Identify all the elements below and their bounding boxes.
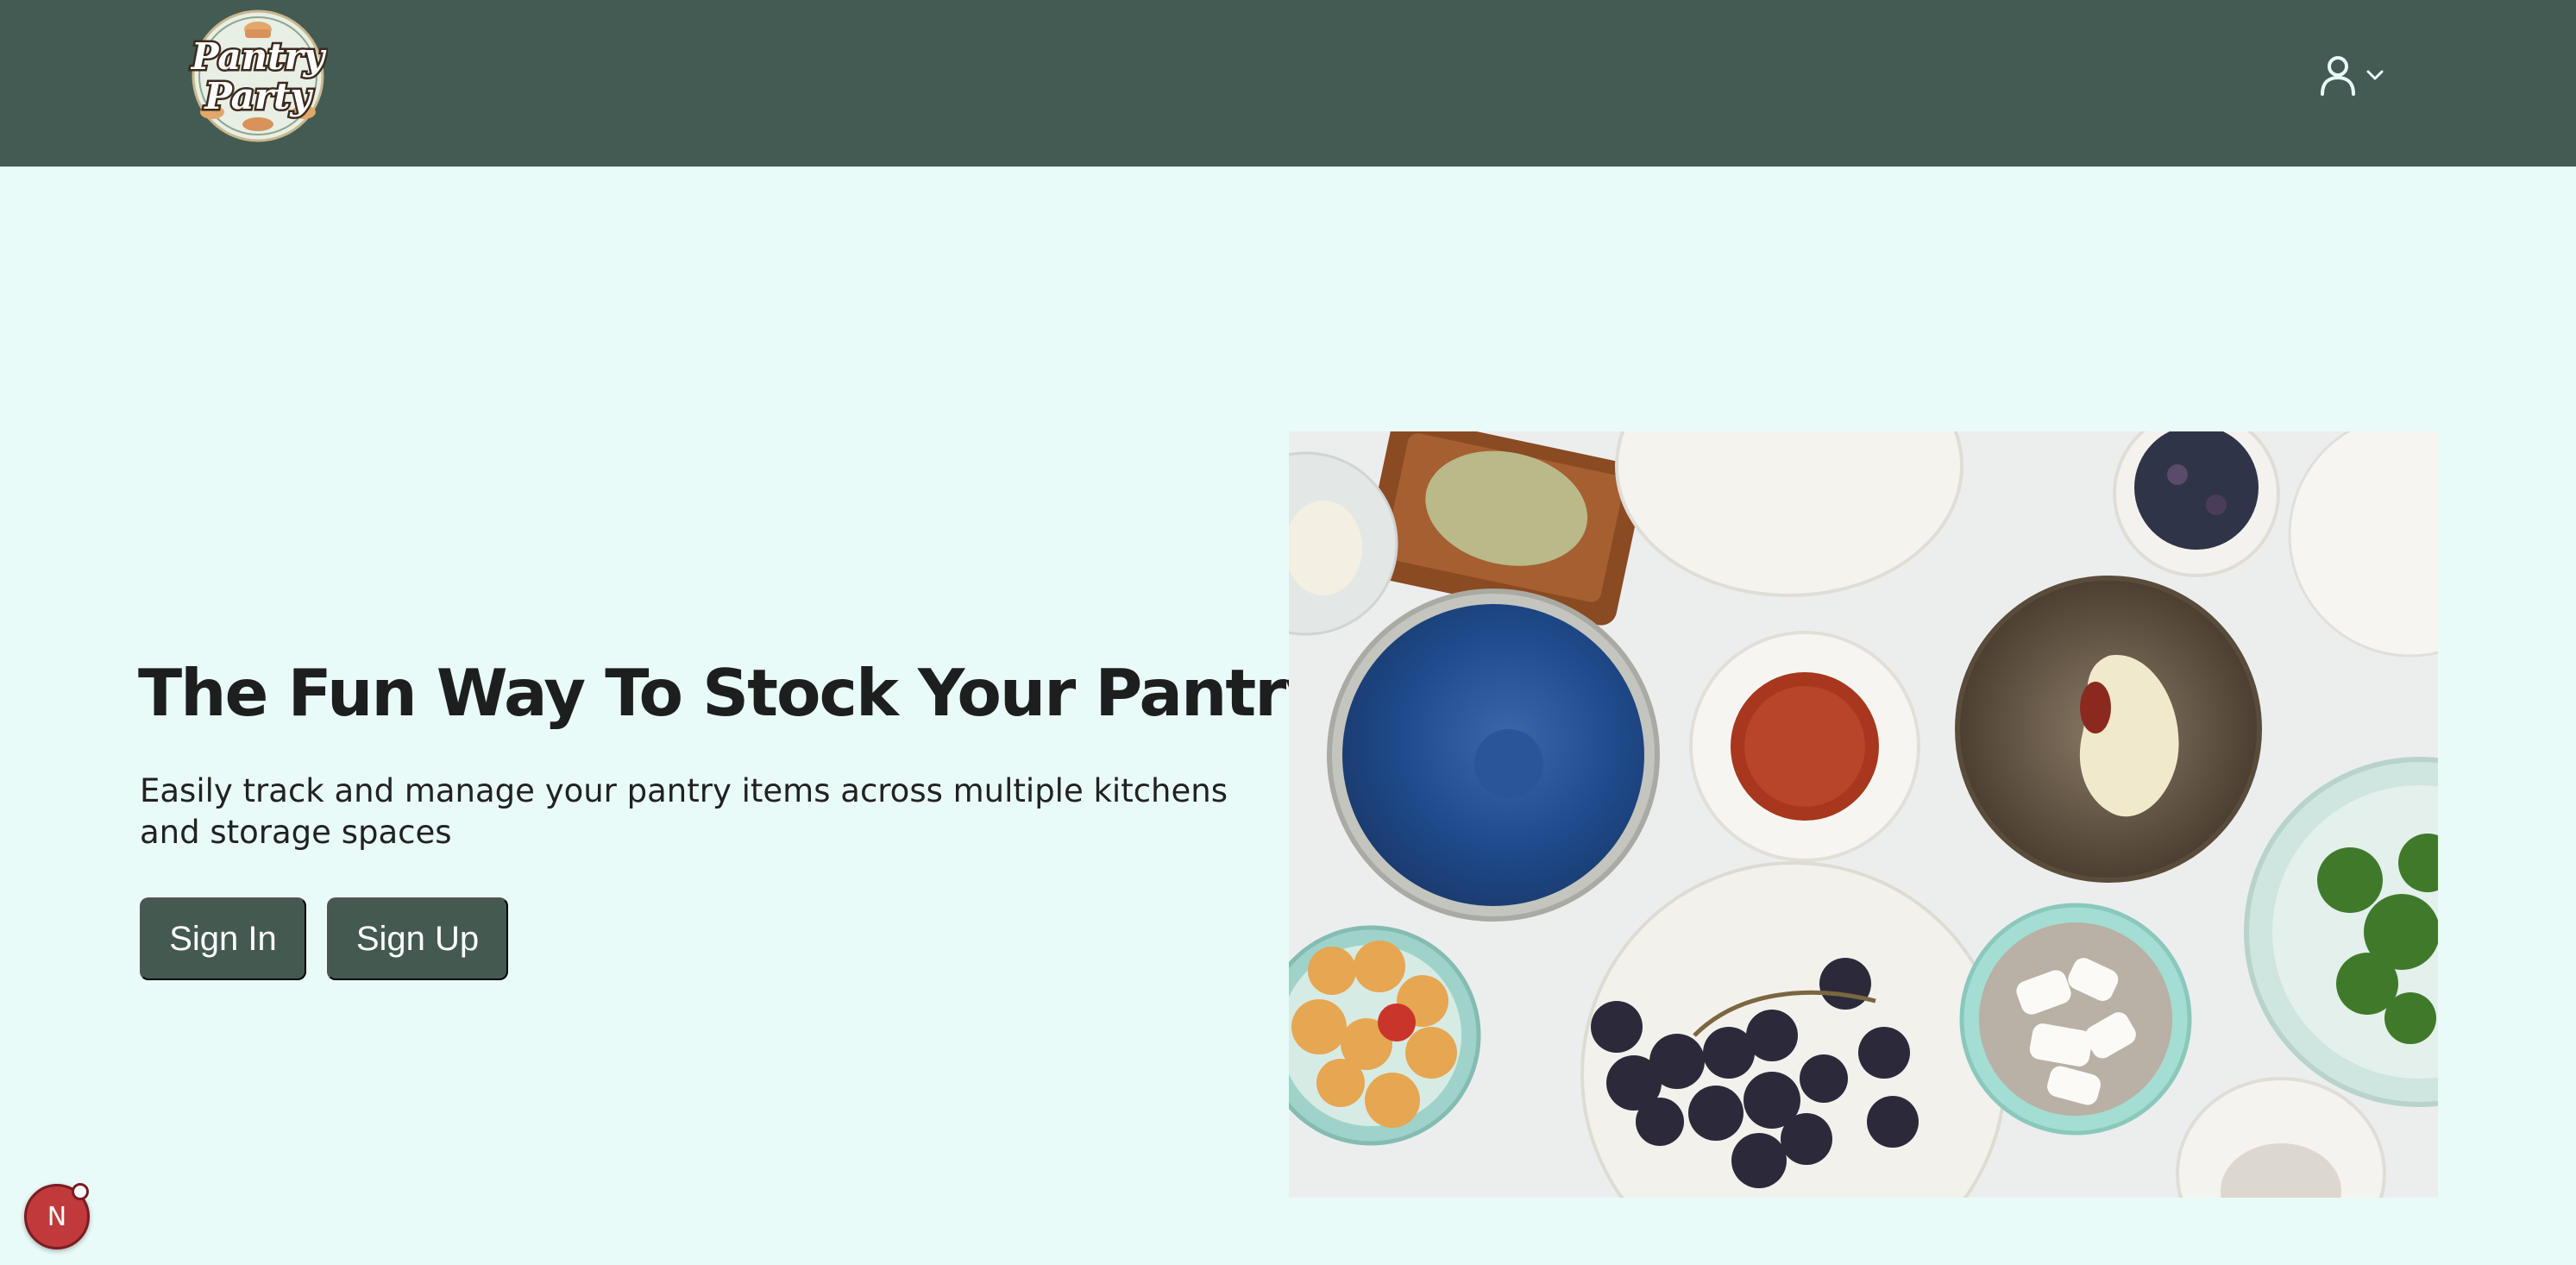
sign-in-button[interactable]: Sign In <box>140 897 306 980</box>
logo-text-pantry: Pantry <box>191 35 327 78</box>
chevron-down-icon <box>2366 69 2384 85</box>
pantry-party-logo[interactable]: Pantry Party <box>188 7 329 143</box>
user-menu-button[interactable] <box>2319 55 2395 98</box>
dev-badge-label: N <box>47 1201 67 1232</box>
sign-up-button[interactable]: Sign Up <box>327 897 508 980</box>
hero-food-image <box>1289 431 2438 1198</box>
dev-tools-badge[interactable]: N <box>24 1183 90 1249</box>
status-dot-icon <box>72 1183 89 1200</box>
top-navbar: Pantry Party <box>0 0 2576 167</box>
logo-text-party: Party <box>204 75 313 117</box>
hero-subtitle: Easily track and manage your pantry item… <box>140 772 1228 851</box>
hero-title: The Fun Way To Stock Your Pantry <box>138 655 1327 731</box>
user-icon <box>2319 54 2357 100</box>
logo-badge: Pantry Party <box>188 9 329 142</box>
